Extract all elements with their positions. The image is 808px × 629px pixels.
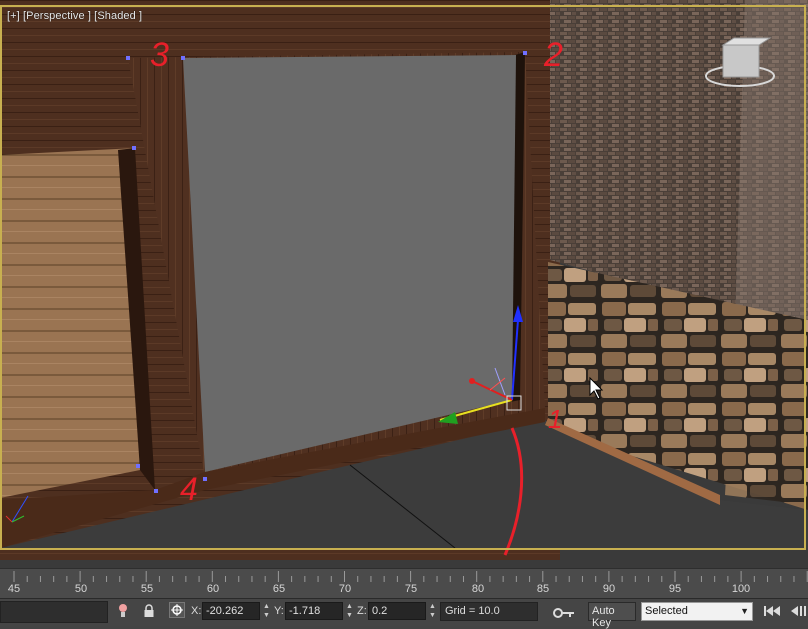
ruler-label: 85 (536, 583, 550, 595)
ruler-label: 60 (206, 583, 220, 595)
z-label: Z: (357, 605, 367, 617)
x-spinner[interactable]: ▲ ▼ (262, 602, 271, 620)
ruler-label: 80 (471, 583, 485, 595)
time-ruler[interactable]: 45 50 55 60 65 70 75 80 85 90 95 100 (0, 568, 808, 599)
x-coordinate-input[interactable]: -20.262 (202, 602, 260, 620)
ruler-label: 75 (404, 583, 418, 595)
go-to-start-icon[interactable] (763, 604, 781, 623)
z-coordinate-input[interactable]: 0.2 (368, 602, 426, 620)
maxscript-listener-field[interactable] (0, 601, 108, 623)
ruler-label: 65 (272, 583, 286, 595)
annotation-number-1: 1 (548, 404, 562, 434)
ruler-label: 55 (140, 583, 154, 595)
ruler-ticks (13, 571, 808, 582)
ruler-label: 50 (74, 583, 88, 595)
absolute-mode-toggle-icon[interactable] (169, 602, 185, 623)
lock-icon[interactable] (143, 604, 155, 623)
annotation-number-4: 4 (180, 471, 198, 507)
isolate-selection-icon[interactable] (118, 603, 128, 624)
x-label: X: (191, 605, 202, 617)
key-filter-value: Selected (645, 605, 688, 617)
ruler-label: 100 (731, 583, 751, 595)
annotation-number-3: 3 (150, 36, 169, 74)
previous-frame-icon[interactable] (788, 604, 806, 623)
set-key-icon[interactable] (552, 605, 576, 626)
key-filter-dropdown[interactable]: Selected ▼ (641, 602, 753, 621)
perspective-viewport[interactable]: 3 2 1 4 [+] [Perspective ] [Shaded ] (0, 0, 808, 568)
auto-key-button[interactable]: Auto Key (588, 602, 636, 629)
viewport-scene[interactable]: 3 2 1 4 (0, 0, 808, 568)
status-bar: X: -20.262 ▲ ▼ Y: -1.718 ▲ ▼ Z: 0.2 ▲ ▼ Gri… (0, 598, 808, 629)
ruler-label: 95 (668, 583, 682, 595)
y-spinner[interactable]: ▲ ▼ (345, 602, 354, 620)
ruler-label: 90 (602, 583, 616, 595)
ruler-label: 45 (7, 583, 21, 595)
grid-display-field: Grid = 10.0 (440, 602, 538, 621)
viewport-label[interactable]: [+] [Perspective ] [Shaded ] (7, 10, 142, 22)
auto-key-label: Auto Key (592, 605, 615, 629)
door-plane[interactable] (183, 55, 516, 472)
z-spinner[interactable]: ▲ ▼ (428, 602, 437, 620)
ruler-label: 70 (338, 583, 352, 595)
y-label: Y: (274, 605, 284, 617)
annotation-number-2: 2 (543, 36, 563, 74)
chevron-down-icon: ▼ (740, 606, 749, 616)
grid-size: Grid = 10.0 (445, 605, 500, 617)
y-coordinate-input[interactable]: -1.718 (285, 602, 343, 620)
left-room-floor[interactable] (0, 148, 140, 498)
